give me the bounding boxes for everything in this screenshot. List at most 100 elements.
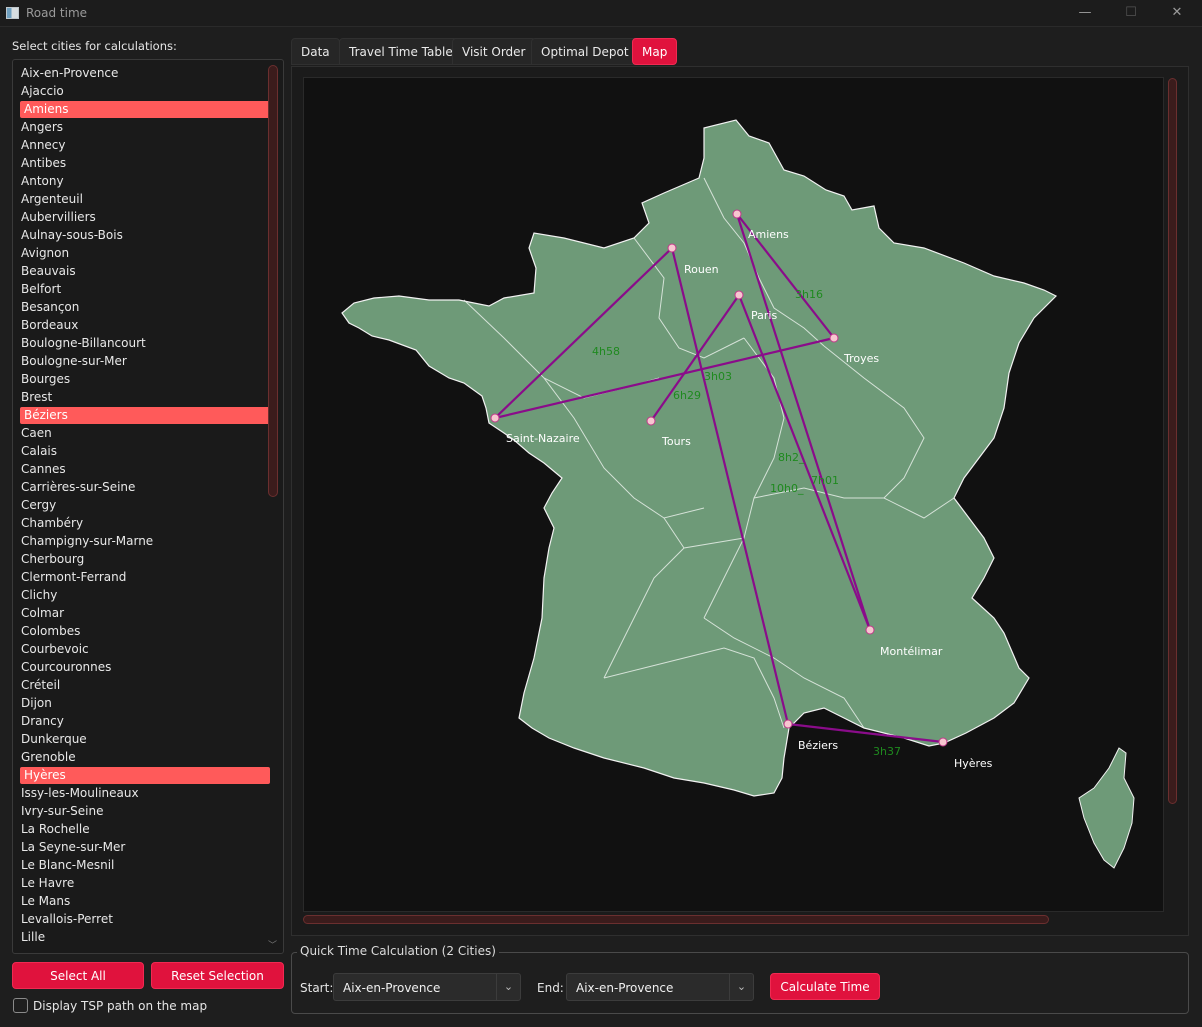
city-list-item[interactable]: Carrières-sur-Seine bbox=[18, 479, 268, 496]
city-list-item[interactable]: Le Havre bbox=[18, 875, 268, 892]
city-list-item[interactable]: Belfort bbox=[18, 281, 268, 298]
city-marker[interactable] bbox=[490, 413, 500, 423]
city-list-item[interactable]: Angers bbox=[18, 119, 268, 136]
city-marker[interactable] bbox=[865, 625, 875, 635]
city-list-item[interactable]: Dijon bbox=[18, 695, 268, 712]
minimize-button[interactable]: — bbox=[1062, 2, 1108, 24]
city-list-item[interactable]: Aulnay-sous-Bois bbox=[18, 227, 268, 244]
map-horizontal-scrollbar[interactable] bbox=[303, 915, 1049, 924]
city-list-item[interactable]: Aix-en-Provence bbox=[18, 65, 268, 82]
map-vertical-scrollbar[interactable] bbox=[1168, 78, 1177, 804]
travel-time-label: 8h2_ bbox=[778, 451, 805, 464]
city-list-item[interactable]: Lille bbox=[18, 929, 268, 946]
city-marker[interactable] bbox=[734, 290, 744, 300]
city-list-item[interactable]: Ajaccio bbox=[18, 83, 268, 100]
travel-time-label: 3h03 bbox=[704, 370, 732, 383]
city-list-item[interactable]: Antony bbox=[18, 173, 268, 190]
city-list-item[interactable]: Caen bbox=[18, 425, 268, 442]
city-list-item[interactable]: Chambéry bbox=[18, 515, 268, 532]
city-list-item[interactable]: Béziers bbox=[20, 407, 270, 424]
tab-map[interactable]: Map bbox=[632, 38, 678, 65]
travel-time-label: 4h58 bbox=[592, 345, 620, 358]
city-map-label: Hyères bbox=[954, 757, 993, 770]
map-view[interactable]: 3h16 4h58 3h03 6h29 8h2_ 7h01 10h0_ 3h37 Amiens… bbox=[303, 77, 1164, 912]
city-list-item[interactable]: Clermont-Ferrand bbox=[18, 569, 268, 586]
city-list-item[interactable]: Avignon bbox=[18, 245, 268, 262]
city-list-item[interactable]: Bordeaux bbox=[18, 317, 268, 334]
city-list-item[interactable]: Colombes bbox=[18, 623, 268, 640]
city-marker[interactable] bbox=[732, 209, 742, 219]
city-marker[interactable] bbox=[667, 243, 677, 253]
city-list-item[interactable]: Clichy bbox=[18, 587, 268, 604]
city-map-label: Montélimar bbox=[880, 645, 943, 658]
travel-time-label: 3h16 bbox=[795, 288, 823, 301]
tsp-path-checkbox[interactable] bbox=[13, 998, 28, 1013]
corsica-shape bbox=[1078, 747, 1135, 869]
city-list-item[interactable]: Champigny-sur-Marne bbox=[18, 533, 268, 550]
travel-time-label: 3h37 bbox=[873, 745, 901, 758]
tab-visit-order[interactable]: Visit Order bbox=[452, 38, 536, 65]
start-city-select[interactable]: Aix-en-Provence ⌄ bbox=[333, 973, 521, 1001]
title-bar: Road time — ☐ ✕ bbox=[0, 0, 1202, 27]
city-marker[interactable] bbox=[829, 333, 839, 343]
city-map-label: Paris bbox=[751, 309, 777, 322]
city-list-item[interactable]: La Seyne-sur-Mer bbox=[18, 839, 268, 856]
city-list-item[interactable]: Calais bbox=[18, 443, 268, 460]
city-list-item[interactable]: La Rochelle bbox=[18, 821, 268, 838]
chevron-down-icon[interactable]: ⌄ bbox=[496, 974, 520, 1000]
city-list-scrollbar[interactable] bbox=[268, 65, 278, 497]
end-label: End: bbox=[537, 981, 564, 995]
city-list-item[interactable]: Brest bbox=[18, 389, 268, 406]
city-list-item[interactable]: Grenoble bbox=[18, 749, 268, 766]
tab-data[interactable]: Data bbox=[291, 38, 340, 65]
app-icon bbox=[6, 7, 19, 19]
select-all-button[interactable]: Select All bbox=[12, 962, 144, 989]
city-list-item[interactable]: Boulogne-Billancourt bbox=[18, 335, 268, 352]
city-list-item[interactable]: Colmar bbox=[18, 605, 268, 622]
city-list-item[interactable]: Hyères bbox=[20, 767, 270, 784]
city-marker[interactable] bbox=[783, 719, 793, 729]
travel-time-label: 10h0_ bbox=[770, 482, 804, 495]
city-list-item[interactable]: Aubervilliers bbox=[18, 209, 268, 226]
france-map: 3h16 4h58 3h036h29 8h2_ 7h01 10h0_ 3h37 Amiens… bbox=[341, 119, 1135, 869]
city-list-item[interactable]: Boulogne-sur-Mer bbox=[18, 353, 268, 370]
tab-travel-time-table[interactable]: Travel Time Table bbox=[339, 38, 463, 65]
city-list-item[interactable]: Courbevoic bbox=[18, 641, 268, 658]
city-list-item[interactable]: Besançon bbox=[18, 299, 268, 316]
quick-time-legend: Quick Time Calculation (2 Cities) bbox=[297, 944, 499, 958]
maximize-button[interactable]: ☐ bbox=[1108, 2, 1154, 24]
city-list-item[interactable]: Drancy bbox=[18, 713, 268, 730]
city-list-item[interactable]: Courcouronnes bbox=[18, 659, 268, 676]
city-list-item[interactable]: Bourges bbox=[18, 371, 268, 388]
start-label: Start: bbox=[300, 981, 334, 995]
city-list-item[interactable]: Issy-les-Moulineaux bbox=[18, 785, 268, 802]
city-list-item[interactable]: Le Mans bbox=[18, 893, 268, 910]
city-list-item[interactable]: Amiens bbox=[20, 101, 270, 118]
france-mainland-shape bbox=[341, 119, 1058, 797]
city-list-item[interactable]: Cergy bbox=[18, 497, 268, 514]
city-map-label: Rouen bbox=[684, 263, 719, 276]
city-list-item[interactable]: Dunkerque bbox=[18, 731, 268, 748]
tab-optimal-depot[interactable]: Optimal Depot bbox=[531, 38, 639, 65]
city-marker[interactable] bbox=[646, 416, 656, 426]
city-list-item[interactable]: Argenteuil bbox=[18, 191, 268, 208]
city-list-item[interactable]: Cherbourg bbox=[18, 551, 268, 568]
city-map-label: Béziers bbox=[798, 739, 838, 752]
city-list-item[interactable]: Cannes bbox=[18, 461, 268, 478]
calculate-time-button[interactable]: Calculate Time bbox=[770, 973, 880, 1000]
city-marker[interactable] bbox=[938, 737, 948, 747]
close-button[interactable]: ✕ bbox=[1154, 2, 1200, 24]
city-list-item[interactable]: Annecy bbox=[18, 137, 268, 154]
city-list-item[interactable]: Le Blanc-Mesnil bbox=[18, 857, 268, 874]
city-list-item[interactable]: Créteil bbox=[18, 677, 268, 694]
scroll-down-icon[interactable]: ﹀ bbox=[268, 938, 277, 951]
end-city-select[interactable]: Aix-en-Provence ⌄ bbox=[566, 973, 754, 1001]
city-list-item[interactable]: Beauvais bbox=[18, 263, 268, 280]
city-list-item[interactable]: Levallois-Perret bbox=[18, 911, 268, 928]
chevron-down-icon[interactable]: ⌄ bbox=[729, 974, 753, 1000]
city-list[interactable]: Aix-en-Provence Ajaccio Amiens Angers Annecy… bbox=[12, 59, 284, 954]
reset-selection-button[interactable]: Reset Selection bbox=[151, 962, 284, 989]
start-city-value: Aix-en-Provence bbox=[343, 981, 441, 995]
city-list-item[interactable]: Ivry-sur-Seine bbox=[18, 803, 268, 820]
city-list-item[interactable]: Antibes bbox=[18, 155, 268, 172]
